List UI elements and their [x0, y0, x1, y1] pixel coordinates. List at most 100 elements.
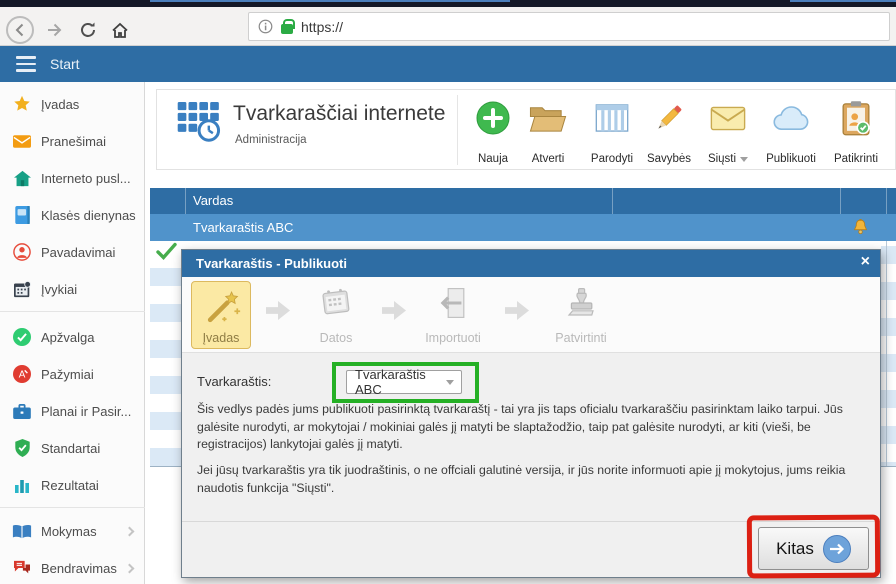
sidebar-item-label: Pažymiai [41, 367, 94, 382]
sidebar-item-mokymas[interactable]: Mokymas [0, 518, 145, 544]
step-arrow-icon [505, 301, 529, 320]
table-rows-stripes-left [150, 268, 181, 466]
wizard-description-paragraph: Šis vedlys padės jums publikuoti pasirin… [197, 401, 869, 454]
sidebar-item-apzvalga[interactable]: Apžvalga [0, 324, 145, 350]
chevron-right-icon [125, 526, 135, 536]
bar-chart-icon [12, 477, 32, 493]
toolbar-button-patikrinti[interactable]: Patikrinti [823, 97, 889, 165]
sidebar-item-label: Rezultatai [41, 478, 99, 493]
check-circle-icon [12, 328, 32, 346]
address-bar[interactable]: https:// [248, 12, 890, 41]
sidebar-item-interneto-pusl[interactable]: Interneto pusl... [0, 165, 145, 191]
url-text: https:// [301, 19, 343, 35]
plus-circle-icon [475, 97, 511, 139]
forward-button[interactable] [40, 16, 68, 44]
hamburger-icon [16, 56, 36, 59]
toolbar-button-savybes[interactable]: Savybės [636, 97, 702, 165]
close-icon[interactable]: × [861, 253, 870, 271]
sidebar-item-label: Bendravimas [41, 561, 117, 576]
table-header-row: Vardas [150, 188, 896, 214]
table-bottom-border [881, 466, 896, 467]
shield-icon [12, 439, 32, 457]
cloud-icon [771, 97, 811, 139]
sidebar-item-pavadavimai[interactable]: Pavadavimai [0, 239, 145, 265]
back-button[interactable] [6, 16, 34, 44]
dialog-title-bar: Tvarkaraštis - Publikuoti [182, 250, 880, 277]
menu-button[interactable] [16, 56, 36, 72]
dialog-title: Tvarkaraštis - Publikuoti [196, 256, 347, 271]
table-row-selected[interactable]: Tvarkaraštis ABC [150, 214, 896, 241]
house-icon [12, 170, 32, 187]
notebook-icon [12, 206, 32, 224]
sidebar-item-label: Pranešimai [41, 134, 106, 149]
grade-icon: A [12, 365, 32, 383]
green-check-icon [156, 242, 177, 265]
sidebar-item-pranesimai[interactable]: Pranešimai [0, 128, 145, 154]
chevron-right-icon [125, 563, 135, 573]
sidebar-item-rezultatai[interactable]: Rezultatai [0, 472, 145, 498]
browser-toolbar: https:// [0, 7, 896, 46]
sidebar-item-label: Pavadavimai [41, 245, 115, 260]
page-subtitle: Administracija [235, 134, 307, 146]
sidebar-item-label: Apžvalga [41, 330, 94, 345]
chevron-down-icon[interactable] [740, 157, 748, 162]
column-header-vardas[interactable]: Vardas [193, 193, 233, 208]
table-icon [595, 97, 629, 139]
sidebar-item-label: Mokymas [41, 524, 97, 539]
sidebar-item-pazymiai[interactable]: A Pažymiai [0, 361, 145, 387]
wizard-steps-bar: Įvadas Datos Importuoti Patvirtinti [182, 277, 880, 353]
stamp-icon [562, 285, 600, 326]
sidebar-item-label: Standartai [41, 441, 100, 456]
sidebar-item-ivadas[interactable]: Įvadas [0, 91, 145, 117]
home-button[interactable] [106, 16, 134, 44]
toolbar-button-atverti[interactable]: Atverti [515, 97, 581, 165]
refresh-button[interactable] [74, 16, 102, 44]
sidebar-item-standartai[interactable]: Standartai [0, 435, 145, 461]
green-highlight-annotation [332, 362, 479, 403]
red-highlight-annotation [747, 515, 880, 579]
wizard-note-paragraph: Jei jūsų tvarkaraštis yra tik juodraštin… [197, 462, 869, 497]
wizard-step-patvirtinti: Patvirtinti [546, 285, 616, 345]
page-title: Tvarkaraščiai internete [233, 102, 445, 126]
site-info-icon[interactable] [258, 19, 273, 34]
toolbar-button-publikuoti[interactable]: Publikuoti [758, 97, 824, 165]
sidebar-item-label: Įvykiai [41, 282, 77, 297]
sidebar: Įvadas Pranešimai Interneto pusl... Klas… [0, 82, 145, 584]
sidebar-divider [0, 311, 145, 312]
back-arrow-icon [12, 22, 28, 38]
magic-wand-icon [203, 287, 243, 332]
calendar-icon [12, 281, 32, 298]
wizard-step-ivadas[interactable]: Įvadas [191, 281, 251, 349]
table-bottom-border [150, 466, 181, 467]
sidebar-item-bendravimas[interactable]: Bendravimas [0, 555, 145, 581]
wizard-step-importuoti: Importuoti [418, 285, 488, 345]
envelope-icon [710, 97, 746, 139]
import-icon [434, 285, 472, 326]
sidebar-item-label: Klasės dienynas [41, 208, 136, 223]
start-menu-item[interactable]: Start [50, 56, 80, 72]
sidebar-item-klases-dienynas[interactable]: Klasės dienynas [0, 202, 145, 228]
open-book-icon [12, 524, 32, 539]
table-rows-stripes-right [881, 246, 896, 466]
tab-accent-line [150, 0, 510, 2]
toolbar-separator [457, 95, 458, 165]
clipboard-check-icon [840, 97, 872, 139]
envelope-icon [12, 135, 32, 148]
app-logo-icon [175, 99, 221, 148]
bell-icon [853, 219, 868, 238]
toolbar-button-siusti[interactable]: Siųsti [695, 97, 761, 165]
forward-arrow-icon [45, 22, 63, 38]
sidebar-item-planai[interactable]: Planai ir Pasir... [0, 398, 145, 424]
sidebar-item-label: Interneto pusl... [41, 171, 131, 186]
calendar-icon [317, 285, 355, 326]
chat-icon [12, 560, 32, 576]
briefcase-icon [12, 404, 32, 419]
app-top-bar: Start [0, 46, 896, 82]
sidebar-item-ivykiai[interactable]: Įvykiai [0, 276, 145, 302]
wizard-step-datos: Datos [301, 285, 371, 345]
publish-wizard-dialog: Tvarkaraštis - Publikuoti × Įvadas Datos… [181, 249, 881, 578]
home-icon [111, 22, 129, 39]
sidebar-divider [0, 507, 145, 508]
sidebar-item-label: Įvadas [41, 97, 79, 112]
step-arrow-icon [382, 301, 406, 320]
